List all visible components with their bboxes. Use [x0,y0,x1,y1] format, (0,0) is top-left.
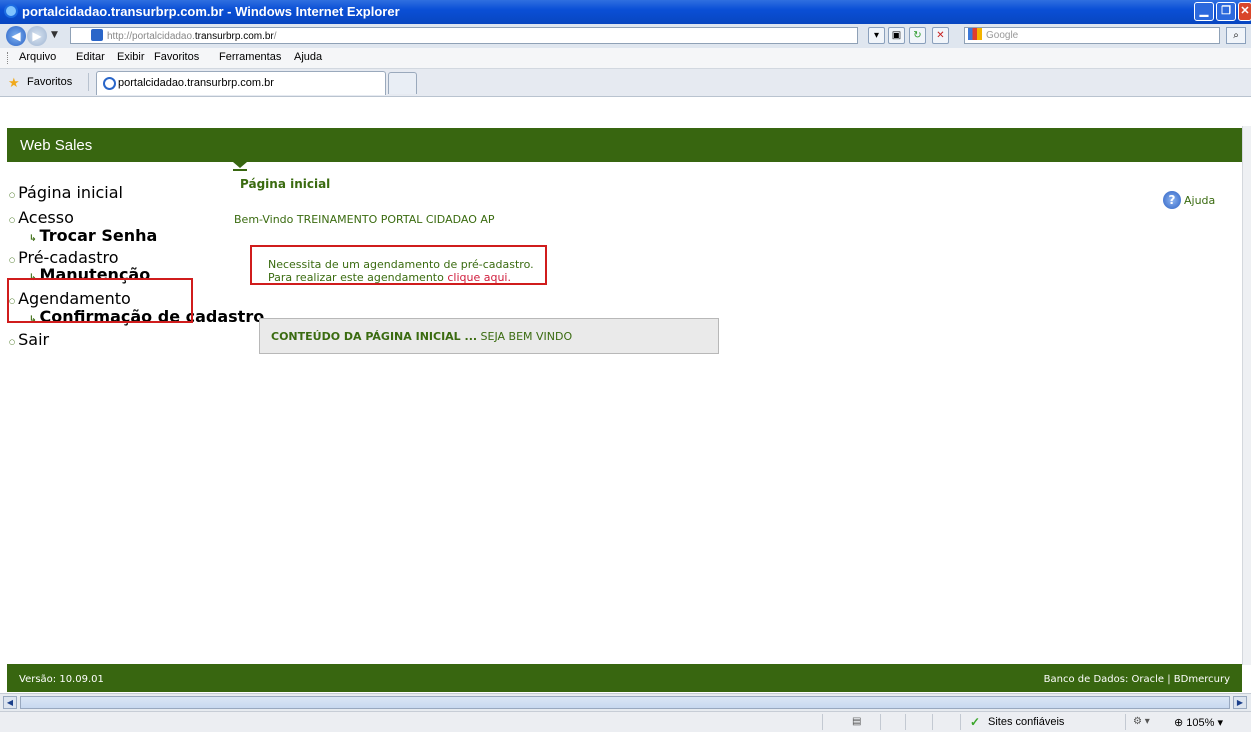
url-host: transurbrp.com.br [194,31,274,42]
home-content-box: CONTEÚDO DA PÁGINA INICIAL ... SEJA BEM … [259,318,719,354]
history-dropdown-icon[interactable]: ▼ [51,30,58,40]
brand-title: Web Sales [20,137,93,154]
zoom-level[interactable]: ⊕ 105% ▾ [1174,716,1223,729]
status-separator [822,714,823,730]
protected-mode-icon[interactable]: ⚙ ▾ [1133,716,1150,727]
pointer-arrow-icon [233,162,247,168]
status-separator [905,714,906,730]
bullet-icon: ○ [9,191,16,199]
close-button[interactable]: ✕ [1238,2,1251,21]
page-footer: Versão: 10.09.01 Banco de Dados: Oracle … [7,664,1242,692]
trusted-sites-check-icon: ✓ [970,715,981,729]
address-input[interactable]: http://portalcidadao.transurbrp.com.br/ [70,27,858,44]
menu-bar: Arquivo Editar Exibir Favoritos Ferramen… [0,48,1251,69]
forward-button[interactable]: ▶ [27,26,47,46]
sidebar-item-label: Trocar Senha [39,226,158,245]
home-content-text: CONTEÚDO DA PÁGINA INICIAL ... SEJA BEM … [271,330,572,343]
home-content-bold: CONTEÚDO DA PÁGINA INICIAL ... [271,330,478,343]
favorites-button[interactable]: Favoritos [27,76,72,88]
compatibility-view-icon[interactable]: ▣ [888,27,905,44]
scroll-right-button[interactable]: ▶ [1233,696,1247,709]
help-icon: ? [1163,191,1181,209]
security-zone-label[interactable]: Sites confiáveis [988,716,1064,728]
horizontal-scrollbar[interactable]: ◀ ▶ [0,693,1251,711]
search-input[interactable]: Google [964,27,1220,44]
search-button[interactable]: ⌕ [1226,27,1246,44]
page-status-icon: ▤ [852,716,862,727]
window-title-bar: portalcidadao.transurbrp.com.br - Window… [0,0,1251,24]
menu-ajuda[interactable]: Ajuda [294,51,322,63]
page-favicon-icon [91,29,103,41]
refresh-icon[interactable]: ↻ [909,27,926,44]
new-tab-button[interactable] [388,72,417,94]
zoom-value: 105% [1186,717,1215,729]
menu-ferramentas[interactable]: Ferramentas [219,51,281,63]
page-title: Página inicial [240,177,331,191]
home-content-normal: SEJA BEM VINDO [477,330,573,343]
ie-logo-icon [4,4,18,18]
bullet-icon: ○ [9,338,16,346]
favorites-separator [88,73,89,91]
notice-line-2: Para realizar este agendamento clique aq… [268,271,511,284]
sub-arrow-icon: ↳ [29,234,37,244]
bullet-icon: ○ [9,216,16,224]
menu-exibir[interactable]: Exibir [117,51,145,63]
menu-editar[interactable]: Editar [76,51,105,63]
database-label: Banco de Dados: Oracle | BDmercury [1043,674,1230,685]
favorites-star-icon[interactable]: ★ [8,75,20,91]
sidebar-item-label: Acesso [18,208,74,227]
pointer-arrow-underline [233,169,247,171]
notice-line-1: Necessita de um agendamento de pré-cadas… [268,258,534,271]
window-title: portalcidadao.transurbrp.com.br - Window… [22,4,400,19]
back-button[interactable]: ◀ [6,26,26,46]
status-separator [880,714,881,730]
status-separator [1125,714,1126,730]
page-header: Web Sales [7,128,1242,162]
scroll-left-button[interactable]: ◀ [3,696,17,709]
sidebar-item-label: Sair [18,330,50,349]
scroll-thumb[interactable] [20,696,1230,709]
bullet-icon: ○ [9,256,16,264]
notice-line-2-text: Para realizar este agendamento [268,271,448,284]
tab-ie-icon [103,77,116,90]
highlight-box-agendamento [7,278,193,323]
sidebar-item-trocar-senha[interactable]: ↳ Trocar Senha [29,226,157,245]
search-placeholder: Google [986,30,1019,41]
schedule-link[interactable]: clique aqui. [447,271,511,284]
tab-label: portalcidadao.transurbrp.com.br [118,77,274,89]
help-button[interactable]: ? Ajuda [1163,191,1215,209]
url-suffix: / [273,31,277,42]
status-separator [932,714,933,730]
browser-tab-active[interactable]: portalcidadao.transurbrp.com.br [96,71,386,95]
minimize-button[interactable]: ▁ [1194,2,1214,21]
url-prefix: http://portalcidadao. [107,31,195,42]
version-label: Versão: 10.09.01 [19,674,104,685]
maximize-button[interactable]: ❐ [1216,2,1236,21]
menu-favoritos[interactable]: Favoritos [154,51,199,63]
sidebar-item-label: Página inicial [18,183,123,202]
sidebar-item-pagina-inicial[interactable]: ○ Página inicial [9,183,123,202]
status-separator [960,714,961,730]
google-logo-icon [968,28,982,40]
sidebar-item-acesso[interactable]: ○ Acesso [9,208,74,227]
address-dropdown-icon[interactable]: ▾ [868,27,885,44]
menu-arquivo[interactable]: Arquivo [19,51,56,63]
status-bar: ▤ ✓ Sites confiáveis ⚙ ▾ ⊕ 105% ▾ [0,711,1251,732]
sidebar-item-sair[interactable]: ○ Sair [9,330,49,349]
address-toolbar: ◀ ▶ ▼ http://portalcidadao.transurbrp.co… [0,24,1251,49]
stop-icon[interactable]: ✕ [932,27,949,44]
toolbar-grip [7,52,10,64]
favorites-bar: ★ Favoritos portalcidadao.transurbrp.com… [0,69,1251,97]
help-label: Ajuda [1184,194,1216,207]
vertical-scrollbar[interactable] [1242,126,1251,665]
welcome-message: Bem-Vindo TREINAMENTO PORTAL CIDADAO AP [234,213,495,226]
